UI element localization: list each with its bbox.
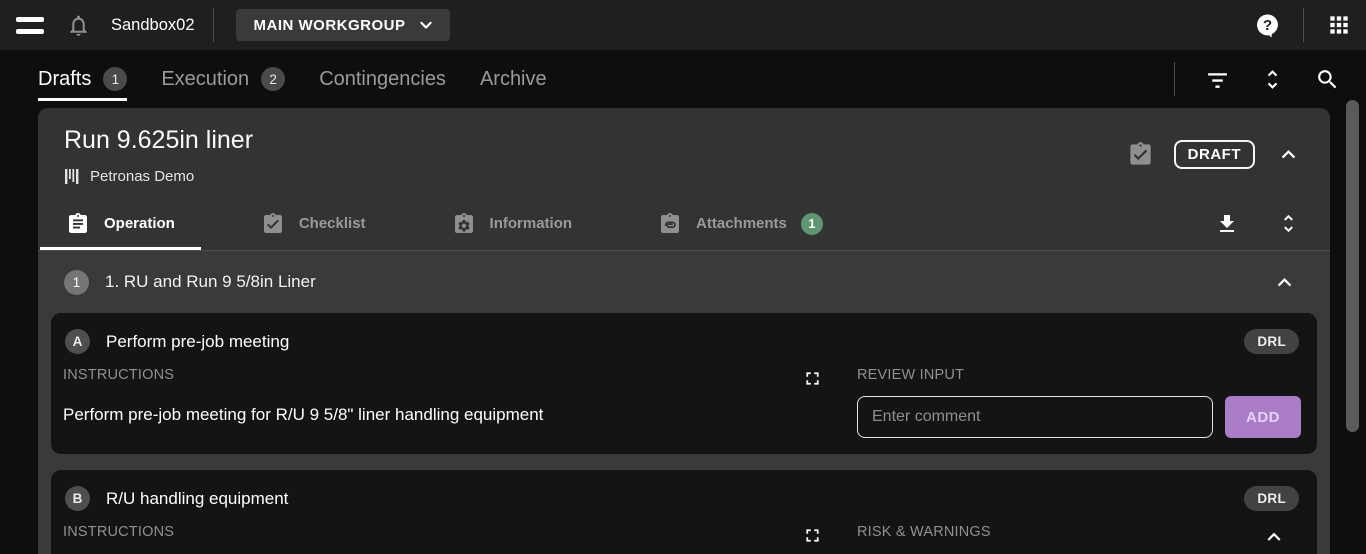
tab-label: Contingencies: [319, 68, 446, 91]
subtab-label: Checklist: [299, 215, 366, 232]
tab-drafts[interactable]: Drafts 1: [38, 50, 127, 108]
topbar-divider: [1303, 8, 1304, 42]
risk-warnings-label: RISK & WARNINGS: [857, 524, 991, 540]
task-discipline-tag: DRL: [1244, 486, 1299, 511]
task-card-b: B R/U handling equipment DRL INSTRUCTION…: [51, 470, 1317, 554]
comment-input[interactable]: [857, 396, 1213, 438]
notifications-bell-icon[interactable]: [66, 13, 91, 38]
procedure-card: Run 9.625in liner Petronas Demo DRAFT: [38, 108, 1330, 554]
fullscreen-icon[interactable]: [802, 525, 823, 546]
unfold-more-icon[interactable]: [1260, 67, 1285, 92]
attachments-clipboard-icon: [658, 212, 682, 236]
procedure-subtabs: Operation Checklist Information: [38, 197, 1330, 251]
tab-contingencies[interactable]: Contingencies: [319, 50, 446, 108]
main-tab-bar: Drafts 1 Execution 2 Contingencies Archi…: [0, 50, 1366, 108]
subtab-checklist[interactable]: Checklist: [233, 197, 394, 250]
scrollbar-thumb[interactable]: [1346, 100, 1359, 432]
task-letter-badge: B: [65, 486, 90, 511]
instructions-label: INSTRUCTIONS: [63, 524, 767, 540]
subtab-label: Operation: [104, 215, 175, 232]
search-icon[interactable]: [1315, 67, 1340, 92]
workgroup-selector[interactable]: MAIN WORKGROUP: [236, 9, 450, 41]
task-letter-badge: A: [65, 329, 90, 354]
status-badge: DRAFT: [1174, 140, 1255, 169]
subtab-attachments[interactable]: Attachments 1: [630, 197, 851, 250]
task-collapse-chevron-up-icon[interactable]: [1261, 524, 1287, 550]
subtab-label: Attachments: [696, 215, 787, 232]
tab-label: Execution: [161, 68, 249, 91]
tab-archive[interactable]: Archive: [480, 50, 547, 108]
tab-execution[interactable]: Execution 2: [161, 50, 285, 108]
procedure-subtitle: Petronas Demo: [90, 168, 194, 185]
task-card-a: A Perform pre-job meeting DRL INSTRUCTIO…: [51, 313, 1317, 454]
add-comment-button[interactable]: ADD: [1225, 396, 1301, 438]
collapse-chevron-up-icon[interactable]: [1275, 141, 1302, 168]
information-clipboard-icon: [452, 212, 476, 236]
procedure-header: Run 9.625in liner Petronas Demo DRAFT: [38, 108, 1330, 197]
section-title: 1. RU and Run 9 5/8in Liner: [105, 272, 316, 292]
section-number-badge: 1: [64, 270, 89, 295]
apps-grid-icon[interactable]: [1326, 12, 1352, 38]
filter-icon[interactable]: [1205, 67, 1230, 92]
top-bar: Sandbox02 MAIN WORKGROUP ?: [0, 0, 1366, 50]
section-collapse-chevron-up-icon[interactable]: [1271, 269, 1298, 296]
instructions-text: Perform pre-job meeting for R/U 9 5/8" l…: [63, 405, 767, 425]
operation-section: 1 1. RU and Run 9 5/8in Liner A Perform …: [38, 251, 1330, 554]
subtab-operation[interactable]: Operation: [38, 197, 203, 250]
chevron-down-icon: [416, 15, 436, 35]
workgroup-label: MAIN WORKGROUP: [254, 17, 406, 34]
task-title: Perform pre-job meeting: [106, 332, 289, 352]
review-input-label: REVIEW INPUT: [857, 367, 1301, 383]
download-icon[interactable]: [1215, 212, 1239, 236]
app-screen: Sandbox02 MAIN WORKGROUP ? Drafts 1: [0, 0, 1366, 554]
checklist-clipboard-icon: [261, 212, 285, 236]
instructions-label: INSTRUCTIONS: [63, 367, 767, 383]
unfold-more-icon[interactable]: [1277, 212, 1300, 235]
topbar-divider: [213, 8, 214, 42]
attachments-count-badge: 1: [801, 213, 823, 235]
procedure-title: Run 9.625in liner: [64, 126, 1304, 155]
rig-icon: [64, 168, 80, 185]
app-name: Sandbox02: [111, 16, 195, 35]
subtab-label: Information: [490, 215, 573, 232]
clipboard-check-icon: [1127, 141, 1154, 168]
menu-icon[interactable]: [16, 14, 44, 36]
tab-count-badge: 2: [261, 67, 285, 91]
task-discipline-tag: DRL: [1244, 329, 1299, 354]
tab-label: Archive: [480, 68, 547, 91]
tab-count-badge: 1: [103, 67, 127, 91]
fullscreen-icon[interactable]: [802, 368, 823, 389]
tab-label: Drafts: [38, 68, 91, 91]
section-header: 1 1. RU and Run 9 5/8in Liner: [38, 251, 1330, 313]
operation-clipboard-icon: [66, 212, 90, 236]
tabbar-divider: [1174, 62, 1175, 96]
help-icon[interactable]: ?: [1254, 12, 1281, 39]
task-title: R/U handling equipment: [106, 489, 288, 509]
svg-text:?: ?: [1263, 17, 1272, 34]
subtab-information[interactable]: Information: [424, 197, 601, 250]
